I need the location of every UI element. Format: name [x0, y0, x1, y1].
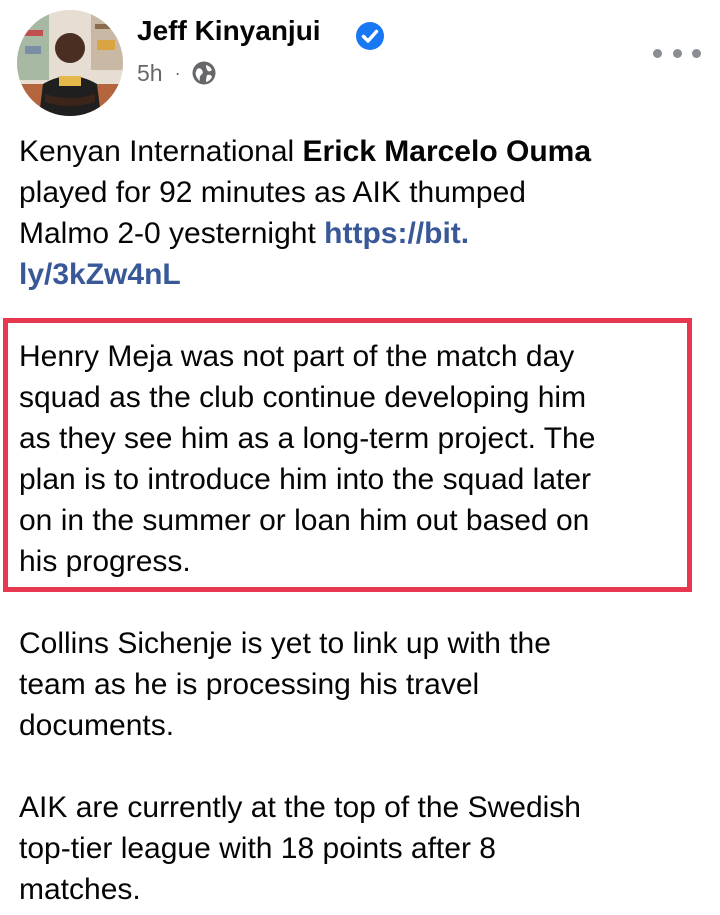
- post-paragraph-2: Henry Meja was not part of the match day…: [19, 340, 596, 578]
- post-link[interactable]: https://bit.: [324, 217, 469, 250]
- post-meta: 5h ·: [137, 58, 217, 88]
- meta-separator: ·: [174, 62, 181, 83]
- more-options-icon[interactable]: [653, 33, 701, 73]
- author-name[interactable]: Jeff Kinyanjui: [137, 15, 321, 47]
- post-paragraph-3: Collins Sichenje is yet to link up with …: [19, 627, 551, 742]
- post-link-continued[interactable]: ly/3kZw4nL: [19, 258, 181, 291]
- post-header: Jeff Kinyanjui 5h ·: [0, 0, 720, 120]
- author-avatar[interactable]: [17, 10, 123, 116]
- globe-icon[interactable]: [191, 60, 217, 86]
- player-name: Erick Marcelo Ouma: [302, 135, 592, 168]
- post-paragraph-1: Kenyan International Erick Marcelo Ouma …: [19, 135, 592, 291]
- verified-badge-icon: [354, 20, 386, 52]
- post-time[interactable]: 5h: [137, 60, 163, 87]
- post-paragraph-4: AIK are currently at the top of the Swed…: [19, 791, 581, 906]
